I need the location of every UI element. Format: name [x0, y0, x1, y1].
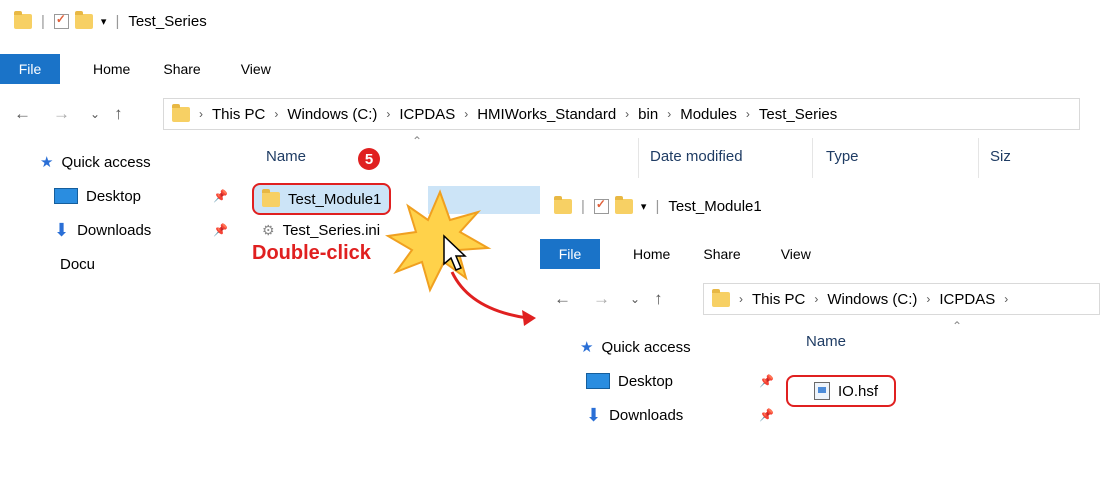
click-burst-icon — [385, 189, 492, 293]
pin-icon[interactable]: 📌 — [759, 408, 774, 422]
up-icon[interactable]: ↑ — [654, 289, 663, 309]
breadcrumb-windows-c[interactable]: Windows (C:) — [827, 291, 917, 308]
sort-up-icon: ⌃ — [952, 319, 963, 333]
arrow-icon — [450, 271, 529, 320]
folder-icon[interactable] — [554, 195, 572, 214]
download-icon: ⬇ — [586, 404, 602, 425]
quick-access-toolbar: | ▾ | — [554, 195, 662, 215]
recent-locations-icon[interactable]: ⌄ — [630, 292, 640, 306]
nav-desktop[interactable]: Desktop 📌 — [540, 364, 780, 398]
breadcrumb-this-pc[interactable]: This PC — [752, 291, 805, 308]
title-bar: | ▾ | Test_Module1 — [540, 185, 1100, 227]
file-list: Name ⌃ IO.hsf — [780, 315, 1100, 477]
tab-share[interactable]: Share — [703, 246, 740, 262]
desktop-icon — [586, 373, 610, 389]
folder-icon — [712, 288, 730, 307]
properties-icon[interactable] — [593, 197, 609, 214]
chevron-down-icon[interactable]: ▾ — [641, 200, 647, 213]
nav-quick-access[interactable]: ★ Quick access — [540, 330, 780, 364]
nav-downloads[interactable]: ⬇ Downloads 📌 — [540, 398, 780, 432]
breadcrumb-icpdas[interactable]: ICPDAS — [939, 291, 995, 308]
address-row: ← → ⌄ ↑ › This PC › Windows (C:) › ICPDA… — [540, 283, 1100, 315]
column-name[interactable]: Name — [806, 333, 846, 350]
tab-home[interactable]: Home — [633, 246, 670, 262]
tab-file[interactable]: File — [540, 239, 600, 269]
back-icon[interactable]: ← — [554, 289, 571, 309]
star-icon: ★ — [580, 339, 594, 356]
hsf-file-icon — [814, 382, 830, 400]
ribbon-tabs: File Home Share View — [540, 239, 1100, 269]
tab-view[interactable]: View — [781, 246, 811, 262]
new-folder-icon[interactable] — [614, 195, 633, 214]
list-item-io-hsf[interactable]: IO.hsf — [786, 375, 897, 407]
forward-icon[interactable]: → — [593, 289, 610, 309]
navigation-pane: ★ Quick access Desktop 📌 ⬇ Downloads 📌 — [540, 330, 780, 477]
column-headers: Name ⌃ — [780, 315, 1100, 365]
window-title: Test_Module1 — [668, 197, 762, 215]
pin-icon[interactable]: 📌 — [759, 374, 774, 388]
explorer-window-test-module1: | ▾ | Test_Module1 File Home Share View … — [540, 185, 1100, 477]
address-bar[interactable]: › This PC › Windows (C:) › ICPDAS › — [703, 283, 1100, 315]
